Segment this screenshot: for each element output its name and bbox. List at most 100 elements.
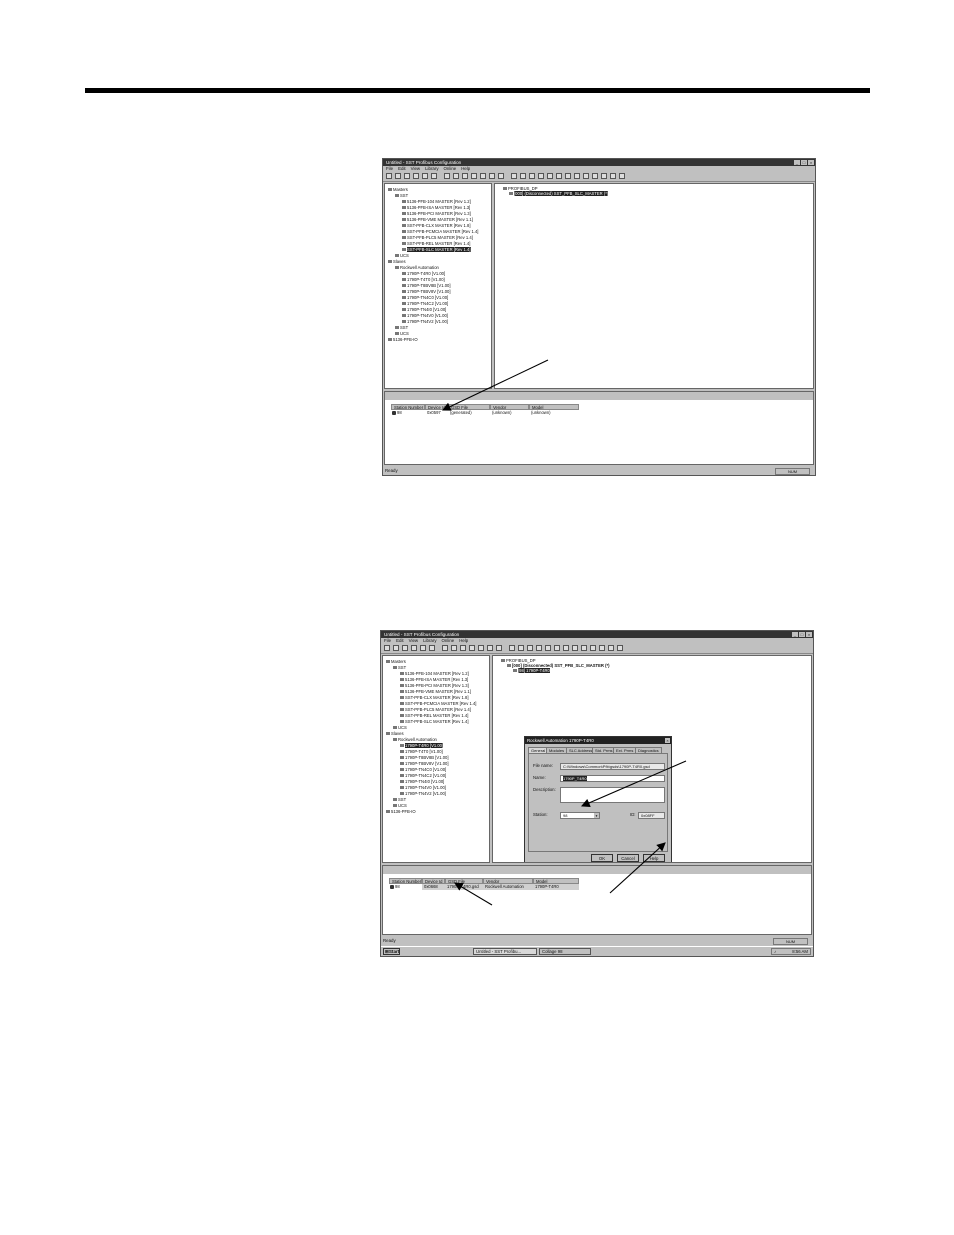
table-cell[interactable]: 1790P-T4R0 [535,884,559,890]
toolbar-button-icon[interactable] [574,173,580,179]
tree-item[interactable]: SST-PFB-REL MASTER [Rev 1.4] [402,241,470,246]
cancel-button[interactable]: Cancel [617,854,639,862]
tree-item[interactable]: Slaves [386,731,404,736]
maximize-icon[interactable]: □ [801,160,807,165]
tree-item[interactable]: 1790P-T4R0 [V1.00] [402,271,445,276]
tree-item[interactable]: Masters [388,187,408,192]
library-tree-pane[interactable]: Masters SST 5136-PFB-104 MASTER [Rev 1.2] 5… [384,183,492,389]
tree-item[interactable]: 1790P-T8BV8B [V1.00] [400,755,449,760]
table-cell[interactable]: 0x0597 [427,410,441,416]
tree-item[interactable]: 5136-PFB-IO [388,337,418,342]
network-pane[interactable]: PROFIBUS_DP [000] (Disconnected) SST_PFB… [494,183,814,389]
tree-item[interactable]: Rockwell Automation [395,265,439,270]
toolbar-button-icon[interactable] [610,173,616,179]
tree-item[interactable]: 5136-PFB-IO [386,809,416,814]
toolbar-button-icon[interactable] [511,173,517,179]
minimize-icon[interactable]: _ [792,632,798,637]
toolbar-button-icon[interactable] [509,645,515,651]
tree-item[interactable]: SST-PFB-PLC5 MASTER [Rev 1.4] [400,707,471,712]
maximize-icon[interactable]: □ [799,632,805,637]
tree-item[interactable]: 1790P-T8BV8B [V1.00] [402,283,451,288]
tree-item[interactable]: SST-PFB-SLC MASTER [Rev 1.4] [402,247,471,252]
toolbar-button-icon[interactable] [478,645,484,651]
toolbar-button-icon[interactable] [469,645,475,651]
toolbar-button-icon[interactable] [563,645,569,651]
toolbar-button-icon[interactable] [536,645,542,651]
station-list-pane[interactable]: Station Number Device Id GSD File Vendor Mod… [384,391,814,465]
station-select[interactable]: 98 ▾ [560,812,600,819]
toolbar-button-icon[interactable] [619,173,625,179]
toolbar-button-icon[interactable] [583,173,589,179]
toolbar-button-icon[interactable] [599,645,605,651]
toolbar-button-icon[interactable] [453,173,459,179]
tree-item[interactable]: Rockwell Automation [393,737,437,742]
toolbar-button-icon[interactable] [547,173,553,179]
toolbar-button-icon[interactable] [429,645,435,651]
toolbar-button-icon[interactable] [460,645,466,651]
toolbar-button-icon[interactable] [444,173,450,179]
toolbar-button-icon[interactable] [462,173,468,179]
library-tree-pane[interactable]: Masters SST 5136-PFB-104 MASTER [Rev 1.2] 5… [382,655,490,863]
toolbar-button-icon[interactable] [601,173,607,179]
toolbar-button-icon[interactable] [451,645,457,651]
toolbar-button-icon[interactable] [527,645,533,651]
tree-item[interactable]: 5136-PFB-PCI MASTER [Rev 1.3] [402,211,471,216]
tree-item[interactable]: SST-PFB-PCMCIA MASTER [Rev 1.4] [400,701,476,706]
tree-item[interactable]: SST-PFB-CLX MASTER [Rev 1.8] [400,695,469,700]
tree-item[interactable]: 1790P-T8BV8V [V1.00] [400,761,449,766]
ok-button[interactable]: OK [591,854,613,862]
table-cell[interactable]: 98 [397,410,402,416]
table-cell[interactable]: 1790P-T4R0.gsd [447,884,479,890]
toolbar-button-icon[interactable] [608,645,614,651]
network-slave-node[interactable]: [98] 1790P-T4R0 [513,668,550,673]
tree-item[interactable]: SST-PFB-PLC5 MASTER [Rev 1.4] [402,235,473,240]
tree-item[interactable]: 1790P-T4T0 [V1.00] [402,277,445,282]
toolbar-button-icon[interactable] [590,645,596,651]
chevron-down-icon[interactable]: ▾ [594,813,599,818]
tree-item[interactable]: SST-PFB-SLC MASTER [Rev 1.4] [400,719,469,724]
tree-item[interactable]: 5136-PFB-ISA MASTER [Rev 1.3] [402,205,470,210]
tree-item[interactable]: 1790P-TN4V0 [V1.00] [402,313,448,318]
taskbar-item-sst[interactable]: Untitled - SST Profibu... [473,948,537,955]
tree-item[interactable]: 1790P-TN4C0 [V1.00] [400,767,446,772]
tree-item[interactable]: 5136-PFB-PCI MASTER [Rev 1.3] [400,683,469,688]
table-cell[interactable]: (generated) [450,410,472,416]
toolbar-button-icon[interactable] [545,645,551,651]
network-master-node[interactable]: [000] (Disconnected) SST_PFB_SLC_MASTER … [509,191,609,196]
toolbar-button-icon[interactable] [471,173,477,179]
tree-item[interactable]: UCS [395,253,409,258]
toolbar-button-icon[interactable] [431,173,437,179]
tree-item[interactable]: SST-PFB-REL MASTER [Rev 1.4] [400,713,468,718]
tree-item[interactable]: 1790P-TN4C2 [V1.00] [400,773,446,778]
tree-item[interactable]: 1790P-T4R0 [V1.00] [400,743,444,748]
toolbar-button-icon[interactable] [420,645,426,651]
tree-item[interactable]: 5136-PFB-104 MASTER [Rev 1.2] [400,671,469,676]
toolbar-button-icon[interactable] [395,173,401,179]
minimize-icon[interactable]: _ [794,160,800,165]
toolbar-button-icon[interactable] [572,645,578,651]
tree-item[interactable]: 5136-PFB-VME MASTER [Rev 1.1] [402,217,473,222]
network-pane[interactable]: PROFIBUS_DP [000] (Disconnected) SST_PFB… [492,655,812,863]
toolbar-button-icon[interactable] [538,173,544,179]
toolbar-button-icon[interactable] [498,173,504,179]
toolbar-button-icon[interactable] [411,645,417,651]
toolbar-button-icon[interactable] [404,173,410,179]
toolbar-button-icon[interactable] [565,173,571,179]
tree-item[interactable]: 1790P-T4T0 [V1.00] [400,749,443,754]
tree-item[interactable]: SST [395,193,408,198]
tree-item[interactable]: 1790P-TN4V0 [V1.00] [400,785,446,790]
tree-item[interactable]: 1790P-TN4V2 [V1.00] [400,791,446,796]
station-list-pane[interactable]: Station Number Device Id GSD File Vendor Mod… [382,865,812,935]
toolbar-button-icon[interactable] [487,645,493,651]
toolbar-button-icon[interactable] [496,645,502,651]
close-icon[interactable]: × [806,632,812,637]
toolbar-button-icon[interactable] [520,173,526,179]
tree-item[interactable]: SST [393,797,406,802]
tree-item[interactable]: 5136-PFB-VME MASTER [Rev 1.1] [400,689,471,694]
tree-item[interactable]: 1790P-TN4I0 [V1.00] [400,779,444,784]
tree-item[interactable]: 1790P-TN4C2 [V1.00] [402,301,448,306]
toolbar-button-icon[interactable] [413,173,419,179]
tree-item[interactable]: SST-PFB-PCMCIA MASTER [Rev 1.4] [402,229,478,234]
tree-item[interactable]: 5136-PFB-104 MASTER [Rev 1.2] [402,199,471,204]
toolbar-button-icon[interactable] [480,173,486,179]
